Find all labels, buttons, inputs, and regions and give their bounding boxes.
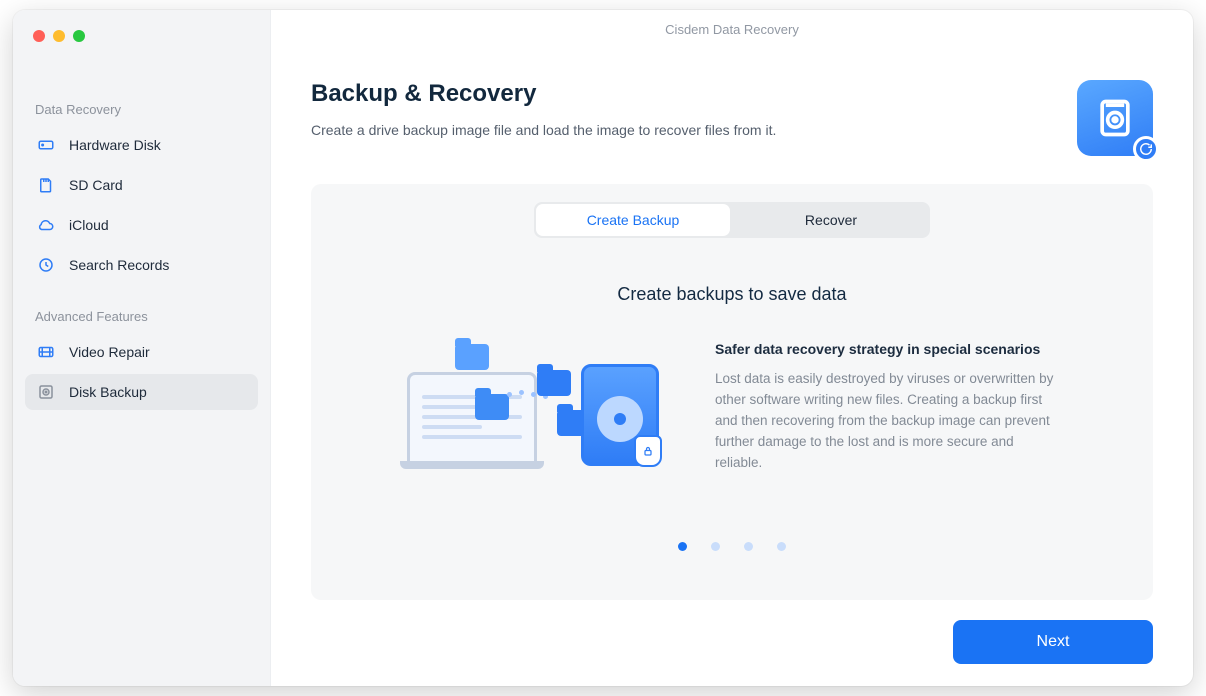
sidebar-item-hardware-disk[interactable]: Hardware Disk <box>25 127 258 163</box>
sidebar-section-data-recovery: Data Recovery <box>25 102 258 127</box>
sidebar-item-label: Video Repair <box>69 344 150 360</box>
pager-dot-3[interactable] <box>744 542 753 551</box>
sidebar-item-sd-card[interactable]: SD Card <box>25 167 258 203</box>
sidebar-item-disk-backup[interactable]: Disk Backup <box>25 374 258 410</box>
page-header-text: Backup & Recovery Create a drive backup … <box>311 80 776 138</box>
backup-panel: Create Backup Recover Create backups to … <box>311 184 1153 600</box>
info-body: Lost data is easily destroyed by viruses… <box>715 369 1057 474</box>
page-header: Backup & Recovery Create a drive backup … <box>271 48 1193 184</box>
pager-dot-2[interactable] <box>711 542 720 551</box>
main-content: Cisdem Data Recovery Backup & Recovery C… <box>271 10 1193 686</box>
next-button[interactable]: Next <box>953 620 1153 664</box>
info-title: Safer data recovery strategy in special … <box>715 341 1057 357</box>
sidebar: Data Recovery Hardware Disk SD Card iClo… <box>13 10 271 686</box>
sidebar-section-advanced-features: Advanced Features <box>25 309 258 334</box>
app-window: Data Recovery Hardware Disk SD Card iClo… <box>13 10 1193 686</box>
sd-card-icon <box>37 176 55 194</box>
sidebar-item-search-records[interactable]: Search Records <box>25 247 258 283</box>
panel-heading: Create backups to save data <box>617 284 846 305</box>
close-window-button[interactable] <box>33 30 45 42</box>
sidebar-item-video-repair[interactable]: Video Repair <box>25 334 258 370</box>
refresh-badge-icon <box>1133 136 1159 162</box>
window-controls <box>25 28 258 42</box>
hard-drive-icon <box>37 136 55 154</box>
sidebar-item-label: Hardware Disk <box>69 137 161 153</box>
backup-illustration <box>407 342 667 472</box>
tab-create-backup[interactable]: Create Backup <box>536 204 730 236</box>
clock-icon <box>37 256 55 274</box>
tab-recover[interactable]: Recover <box>734 204 928 236</box>
info-text: Safer data recovery strategy in special … <box>715 341 1057 474</box>
footer: Next <box>271 600 1193 686</box>
pager-dot-1[interactable] <box>678 542 687 551</box>
cloud-icon <box>37 216 55 234</box>
sidebar-item-label: Disk Backup <box>69 384 147 400</box>
page-title: Backup & Recovery <box>311 80 776 108</box>
disk-backup-hero-icon <box>1077 80 1153 156</box>
disk-backup-icon <box>37 383 55 401</box>
lock-icon <box>634 435 662 467</box>
sidebar-item-label: SD Card <box>69 177 123 193</box>
video-icon <box>37 343 55 361</box>
page-subtitle: Create a drive backup image file and loa… <box>311 122 776 138</box>
sidebar-item-label: iCloud <box>69 217 109 233</box>
pager <box>678 542 786 551</box>
panel-content: Safer data recovery strategy in special … <box>337 341 1127 474</box>
sidebar-item-label: Search Records <box>69 257 169 273</box>
tab-switch: Create Backup Recover <box>534 202 930 238</box>
pager-dot-4[interactable] <box>777 542 786 551</box>
maximize-window-button[interactable] <box>73 30 85 42</box>
sidebar-item-icloud[interactable]: iCloud <box>25 207 258 243</box>
window-title: Cisdem Data Recovery <box>271 10 1193 48</box>
minimize-window-button[interactable] <box>53 30 65 42</box>
